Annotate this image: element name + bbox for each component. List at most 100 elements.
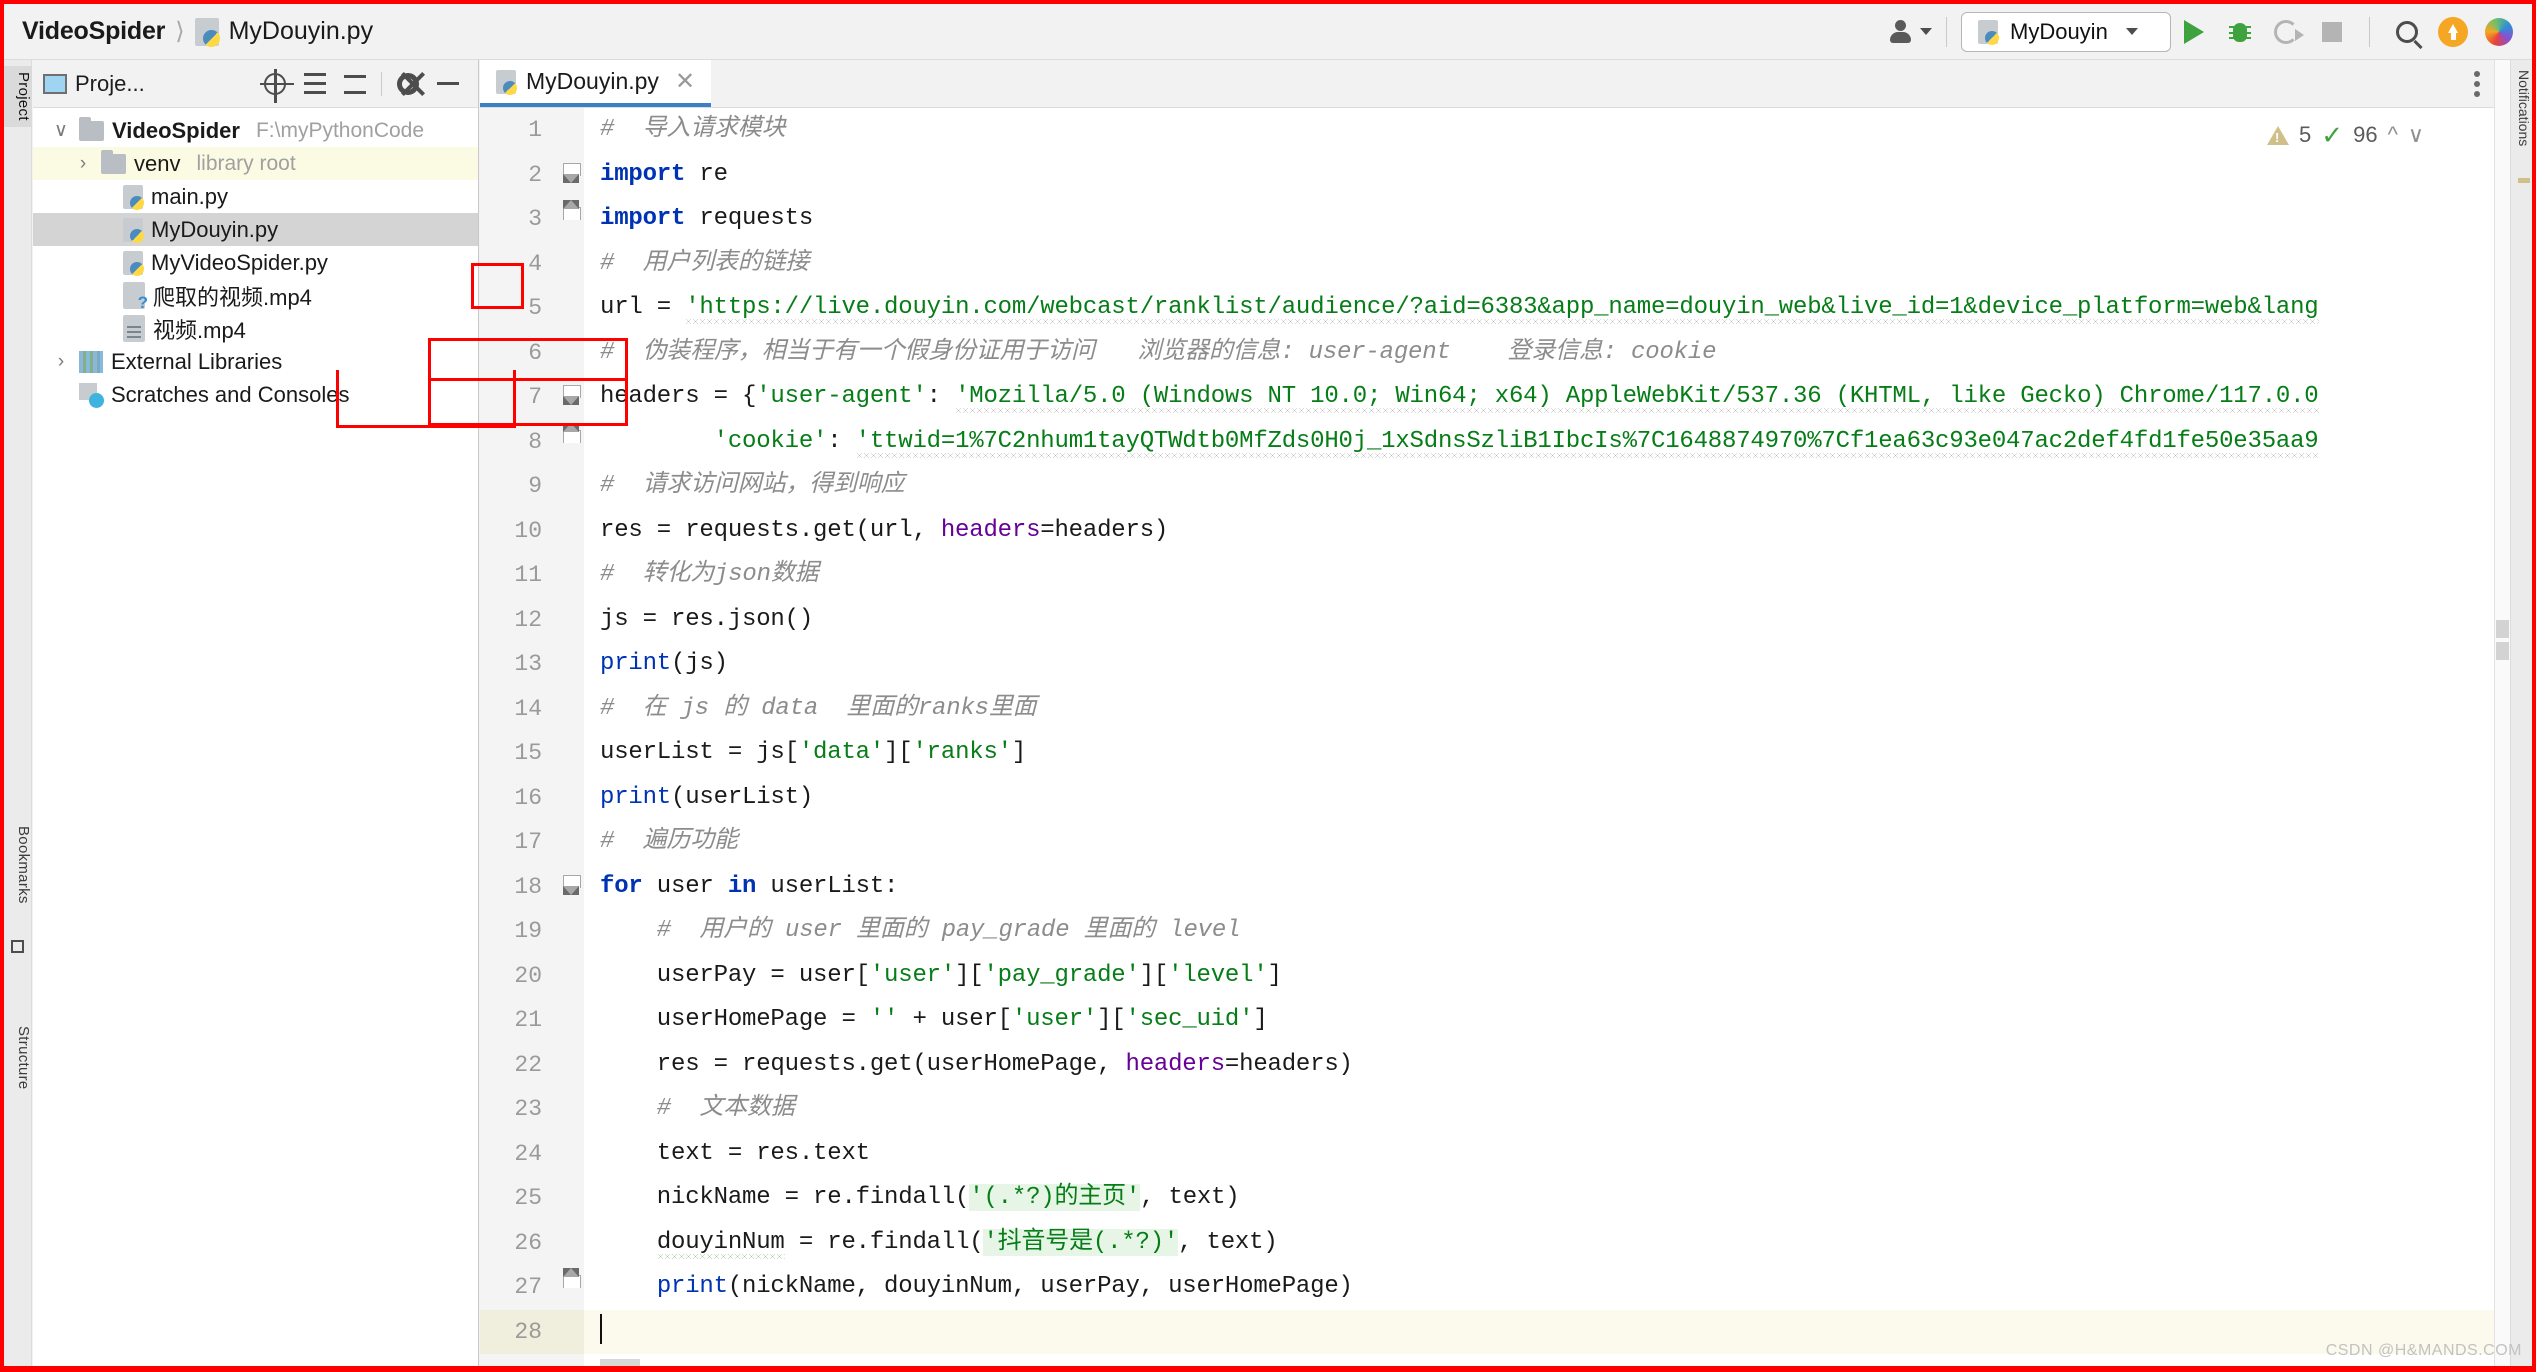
code-line[interactable]: 25 nickName = re.findall('(.*?)的主页', tex… bbox=[480, 1176, 2494, 1221]
breadcrumb-project[interactable]: VideoSpider bbox=[22, 17, 165, 46]
code-line[interactable]: 27 print(nickName, douyinNum, userPay, u… bbox=[480, 1265, 2494, 1310]
fold-collapse-icon[interactable] bbox=[563, 874, 581, 895]
tree-node-videospider[interactable]: ∨ VideoSpider F:\myPythonCode bbox=[33, 114, 478, 147]
fold-gutter[interactable] bbox=[558, 909, 584, 954]
code-line[interactable]: 11 # 转化为json数据 bbox=[480, 553, 2494, 598]
code-line[interactable]: 16 print(userList) bbox=[480, 775, 2494, 820]
close-icon[interactable]: ✕ bbox=[675, 67, 695, 96]
code-line[interactable]: 4 # 用户列表的链接 bbox=[480, 241, 2494, 286]
tree-node--mp4[interactable]: 爬取的视频.mp4 bbox=[33, 279, 478, 313]
code-line[interactable]: 21 userHomePage = '' + user['user']['sec… bbox=[480, 998, 2494, 1043]
debug-button[interactable] bbox=[2217, 11, 2263, 53]
expand-all-button[interactable] bbox=[295, 65, 335, 103]
fold-gutter[interactable] bbox=[558, 731, 584, 776]
fold-gutter[interactable] bbox=[558, 1220, 584, 1265]
fold-collapse-icon[interactable] bbox=[563, 162, 581, 183]
code-line[interactable]: 26 douyinNum = re.findall('抖音号是(.*?)', t… bbox=[480, 1220, 2494, 1265]
collapse-all-button[interactable] bbox=[335, 65, 375, 103]
next-problem-icon[interactable]: ∨ bbox=[2408, 122, 2424, 148]
search-button[interactable] bbox=[2384, 11, 2430, 53]
tree-node-venv[interactable]: › venv library root bbox=[33, 147, 478, 180]
fold-gutter[interactable] bbox=[558, 1042, 584, 1087]
tree-node--mp4[interactable]: 视频.mp4 bbox=[33, 312, 478, 345]
fold-gutter[interactable] bbox=[558, 1087, 584, 1132]
fold-end-icon[interactable] bbox=[563, 422, 581, 448]
code-line[interactable]: 10 res = requests.get(url, headers=header… bbox=[480, 508, 2494, 553]
fold-collapse-icon[interactable] bbox=[563, 385, 581, 405]
fold-gutter[interactable] bbox=[558, 108, 584, 153]
code-editor[interactable]: 1 # 导入请求模块 2 import re 3 import requests 4 # 用户… bbox=[480, 108, 2494, 1366]
code-line[interactable]: 7 headers = {'user-agent': 'Mozilla/5.0 (… bbox=[480, 375, 2494, 420]
run-button[interactable] bbox=[2171, 11, 2217, 53]
sidebar-tab-bookmarks[interactable]: Bookmarks bbox=[4, 820, 32, 910]
fold-gutter[interactable] bbox=[558, 419, 584, 464]
fold-gutter[interactable] bbox=[558, 330, 584, 375]
run-configuration-selector[interactable]: MyDouyin bbox=[1961, 11, 2171, 52]
code-line[interactable]: 17 # 遍历功能 bbox=[480, 820, 2494, 865]
code-line[interactable]: 1 # 导入请求模块 bbox=[480, 108, 2494, 153]
code-line[interactable]: 19 # 用户的 user 里面的 pay_grade 里面的 level bbox=[480, 909, 2494, 954]
fold-gutter[interactable] bbox=[558, 286, 584, 331]
code-line[interactable]: 20 userPay = user['user']['pay_grade']['… bbox=[480, 953, 2494, 998]
update-button[interactable] bbox=[2430, 11, 2476, 53]
sidebar-tab-structure[interactable]: Structure bbox=[4, 1020, 32, 1096]
code-line[interactable]: 29 bbox=[480, 1354, 2494, 1366]
code-line[interactable]: 12 js = res.json() bbox=[480, 597, 2494, 642]
user-account-button[interactable] bbox=[1888, 11, 1932, 53]
fold-gutter[interactable] bbox=[558, 197, 584, 242]
tree-node-myvideospider-py[interactable]: MyVideoSpider.py bbox=[33, 246, 478, 279]
code-line[interactable]: 3 import requests bbox=[480, 197, 2494, 242]
plugin-button[interactable] bbox=[2476, 11, 2522, 53]
fold-gutter[interactable] bbox=[558, 686, 584, 731]
sidebar-tab-project[interactable]: Project bbox=[4, 66, 32, 127]
fold-end-icon[interactable] bbox=[563, 200, 581, 225]
project-settings-button[interactable] bbox=[388, 65, 428, 103]
fold-gutter[interactable] bbox=[558, 508, 584, 553]
editor-options-button[interactable] bbox=[2474, 71, 2480, 97]
chevron-icon[interactable]: › bbox=[73, 153, 93, 175]
chevron-icon[interactable]: › bbox=[51, 351, 71, 373]
fold-gutter[interactable] bbox=[558, 642, 584, 687]
sidebar-tab-notifications[interactable]: Notifications bbox=[2510, 70, 2532, 146]
code-line[interactable]: 2 import re bbox=[480, 152, 2494, 197]
code-line[interactable]: 18 for user in userList: bbox=[480, 864, 2494, 909]
tree-node-main-py[interactable]: main.py bbox=[33, 180, 478, 213]
hide-panel-button[interactable] bbox=[428, 65, 468, 103]
previous-problem-icon[interactable]: ^ bbox=[2388, 122, 2398, 148]
code-line[interactable]: 6 # 伪装程序，相当于有一个假身份证用于访问 浏览器的信息: user-agen… bbox=[480, 330, 2494, 375]
fold-gutter[interactable] bbox=[558, 864, 584, 909]
fold-end-icon[interactable] bbox=[563, 1268, 581, 1293]
fold-gutter[interactable] bbox=[558, 553, 584, 598]
fold-gutter[interactable] bbox=[558, 998, 584, 1043]
editor-tab-mydouyin[interactable]: MyDouyin.py ✕ bbox=[480, 60, 712, 107]
code-line[interactable]: 5 url = 'https://live.douyin.com/webcast/… bbox=[480, 286, 2494, 331]
fold-gutter[interactable] bbox=[558, 375, 584, 420]
code-line[interactable]: 22 res = requests.get(userHomePage, head… bbox=[480, 1042, 2494, 1087]
code-line[interactable]: 13 print(js) bbox=[480, 642, 2494, 687]
code-line[interactable]: 24 text = res.text bbox=[480, 1131, 2494, 1176]
fold-gutter[interactable] bbox=[558, 1309, 584, 1354]
fold-gutter[interactable] bbox=[558, 953, 584, 998]
fold-gutter[interactable] bbox=[558, 152, 584, 197]
fold-gutter[interactable] bbox=[558, 597, 584, 642]
stop-button[interactable] bbox=[2309, 11, 2355, 53]
tree-node-mydouyin-py[interactable]: MyDouyin.py bbox=[33, 213, 478, 246]
code-line[interactable]: 9 # 请求访问网站，得到响应 bbox=[480, 464, 2494, 509]
code-line[interactable]: 28 bbox=[480, 1309, 2494, 1354]
rerun-button[interactable] bbox=[2263, 11, 2309, 53]
fold-gutter[interactable] bbox=[558, 464, 584, 509]
fold-gutter[interactable] bbox=[558, 775, 584, 820]
inspection-widget[interactable]: 5 ✓ 96 ^ ∨ bbox=[2267, 122, 2424, 148]
code-line[interactable]: 23 # 文本数据 bbox=[480, 1087, 2494, 1132]
breadcrumb-file[interactable]: MyDouyin.py bbox=[229, 17, 374, 46]
fold-gutter[interactable] bbox=[558, 1265, 584, 1310]
fold-gutter[interactable] bbox=[558, 820, 584, 865]
code-line[interactable]: 14 # 在 js 的 data 里面的ranks里面 bbox=[480, 686, 2494, 731]
code-line[interactable]: 8 'cookie': 'ttwid=1%7C2nhum1tayQTWdtb0M… bbox=[480, 419, 2494, 464]
tree-node-scratches-and-consoles[interactable]: Scratches and Consoles bbox=[33, 378, 478, 411]
locate-file-button[interactable] bbox=[255, 65, 295, 103]
fold-gutter[interactable] bbox=[558, 1131, 584, 1176]
fold-gutter[interactable] bbox=[558, 1354, 584, 1366]
fold-gutter[interactable] bbox=[558, 241, 584, 286]
chevron-icon[interactable]: ∨ bbox=[51, 119, 71, 142]
